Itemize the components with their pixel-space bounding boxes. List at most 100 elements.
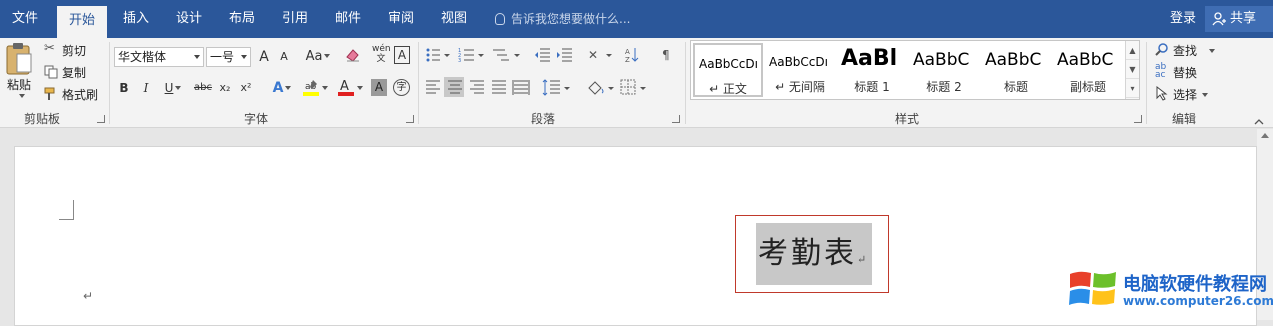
lightbulb-icon xyxy=(495,13,505,25)
svg-text:A: A xyxy=(340,79,349,94)
search-icon xyxy=(1155,43,1168,56)
tab-view[interactable]: 视图 xyxy=(429,0,479,38)
font-name-combo[interactable]: 华文楷体 xyxy=(114,47,204,67)
shrink-font-button[interactable]: A xyxy=(276,47,292,67)
tab-references[interactable]: 引用 xyxy=(270,0,320,38)
text-effects-icon: A xyxy=(272,80,284,96)
dialog-launcher-icon[interactable] xyxy=(97,115,105,123)
cut-button[interactable]: ✂ 剪切 xyxy=(44,41,104,59)
chevron-down-icon xyxy=(194,55,200,59)
select-button[interactable]: 选择 xyxy=(1155,85,1217,103)
style-no-spacing[interactable]: AaBbCcDı ↵ 无间隔 xyxy=(765,43,835,97)
font-size-combo[interactable]: 一号 xyxy=(206,47,251,67)
style-name: 标题 1 xyxy=(854,80,890,94)
tab-layout[interactable]: 布局 xyxy=(217,0,267,38)
paragraph-icons: 1 2 3 ✕ AZ ¶ xyxy=(426,48,670,97)
dialog-launcher-icon[interactable] xyxy=(1134,115,1142,123)
group-separator xyxy=(1146,42,1147,124)
bullets-icon xyxy=(426,48,450,62)
find-button[interactable]: 查找 xyxy=(1155,41,1217,59)
svg-text:Z: Z xyxy=(625,56,630,64)
login-link[interactable]: 登录 xyxy=(1170,0,1196,38)
margin-corner-mark xyxy=(59,200,74,220)
style-heading1[interactable]: AaBl 标题 1 xyxy=(837,43,907,97)
clear-format-button[interactable] xyxy=(344,47,362,67)
style-name: 副标题 xyxy=(1069,80,1106,94)
distributed-icon xyxy=(512,80,530,95)
tab-file[interactable]: 文件 xyxy=(0,0,50,38)
chevron-down-icon xyxy=(241,55,247,59)
enclose-char-button[interactable]: 字 xyxy=(393,79,410,96)
replace-button[interactable]: ab ac 替换 xyxy=(1155,63,1217,81)
svg-text:¶: ¶ xyxy=(662,48,670,62)
tab-review[interactable]: 审阅 xyxy=(376,0,426,38)
cursor-icon xyxy=(1156,86,1168,101)
site-watermark: 电脑软硬件教程网 www.computer26.com xyxy=(1068,268,1273,320)
style-name: ↵ 无间隔 xyxy=(775,80,825,94)
style-normal[interactable]: AaBbCcDı ↵ 正文 xyxy=(693,43,763,97)
svg-text:✕: ✕ xyxy=(588,48,598,62)
strikethrough-button[interactable]: abc xyxy=(192,78,214,98)
collapse-ribbon-button[interactable] xyxy=(1254,114,1264,125)
phonetic-guide-button[interactable]: wén 文 xyxy=(372,44,391,64)
paste-button[interactable]: 粘贴 xyxy=(5,42,37,98)
gallery-down-icon[interactable]: ▼ xyxy=(1126,60,1139,79)
share-button[interactable]: 共享 xyxy=(1205,6,1273,32)
change-case-button[interactable]: Aa xyxy=(303,47,333,67)
scroll-up-icon[interactable] xyxy=(1261,133,1269,138)
gallery-more-icon[interactable]: ▾ xyxy=(1126,79,1139,98)
format-painter-label: 格式刷 xyxy=(62,88,99,102)
superscript-button[interactable]: x² xyxy=(238,78,254,98)
numbering-icon: 1 2 3 xyxy=(458,48,484,64)
style-sample: AaBbC xyxy=(985,50,1042,70)
tab-mailings[interactable]: 邮件 xyxy=(323,0,373,38)
bold-button[interactable]: B xyxy=(117,78,131,98)
chevron-down-icon xyxy=(324,54,331,58)
chevron-down-icon xyxy=(1209,49,1215,53)
tab-design[interactable]: 设计 xyxy=(164,0,214,38)
chevron-up-icon xyxy=(1254,119,1264,125)
align-left-icon xyxy=(426,80,440,94)
dialog-launcher-icon[interactable] xyxy=(672,115,680,123)
char-shading-button[interactable]: A xyxy=(371,79,387,96)
subscript-button[interactable]: x₂ xyxy=(217,78,233,98)
grow-font-button[interactable]: A xyxy=(256,47,272,67)
style-title[interactable]: AaBbC 标题 xyxy=(981,43,1051,97)
chevron-down-icon xyxy=(357,86,363,90)
font-color-button[interactable]: A xyxy=(335,78,365,98)
highlight-button[interactable]: ab xyxy=(300,78,330,98)
style-name: 标题 xyxy=(1003,80,1028,94)
asian-layout-icon: ✕ xyxy=(588,48,612,62)
document-title[interactable]: 考勤表↵ xyxy=(756,223,872,285)
font-size-value: 一号 xyxy=(210,50,235,64)
italic-button[interactable]: I xyxy=(139,78,153,98)
paragraph-mark: ↵ xyxy=(83,289,94,303)
tab-insert[interactable]: 插入 xyxy=(111,0,161,38)
font-group-label: 字体 xyxy=(244,112,269,126)
editing-group-label: 编辑 xyxy=(1172,112,1197,126)
char-border-button[interactable]: A xyxy=(394,46,410,64)
replace-label: 替换 xyxy=(1173,66,1198,80)
find-label: 查找 xyxy=(1173,44,1198,58)
clipboard-group-label: 剪贴板 xyxy=(24,112,61,126)
style-name: 标题 2 xyxy=(926,80,962,94)
style-heading2[interactable]: AaBbC 标题 2 xyxy=(909,43,979,97)
style-sample: AaBbCcDı xyxy=(699,57,758,71)
copy-button[interactable]: 复制 xyxy=(44,63,104,81)
underline-button[interactable]: U xyxy=(160,78,186,98)
text-effects-button[interactable]: A xyxy=(268,78,296,98)
dialog-launcher-icon[interactable] xyxy=(406,115,414,123)
gallery-scroll[interactable]: ▲ ▼ ▾ xyxy=(1125,41,1139,99)
eraser-icon xyxy=(346,49,359,62)
share-label: 共享 xyxy=(1230,11,1257,26)
style-sample: AaBbC xyxy=(913,50,970,70)
tell-me-box[interactable]: 告诉我您想要做什么... xyxy=(495,0,630,38)
style-subtitle[interactable]: AaBbC 副标题 xyxy=(1053,43,1123,97)
change-case-label: Aa xyxy=(305,49,323,64)
format-painter-button[interactable]: 格式刷 xyxy=(44,85,104,103)
style-sample: AaBbC xyxy=(1057,50,1114,70)
tab-home[interactable]: 开始 xyxy=(57,6,108,38)
paste-label: 粘贴 xyxy=(7,78,32,92)
gallery-up-icon[interactable]: ▲ xyxy=(1126,41,1139,60)
underline-label: U xyxy=(164,81,174,95)
